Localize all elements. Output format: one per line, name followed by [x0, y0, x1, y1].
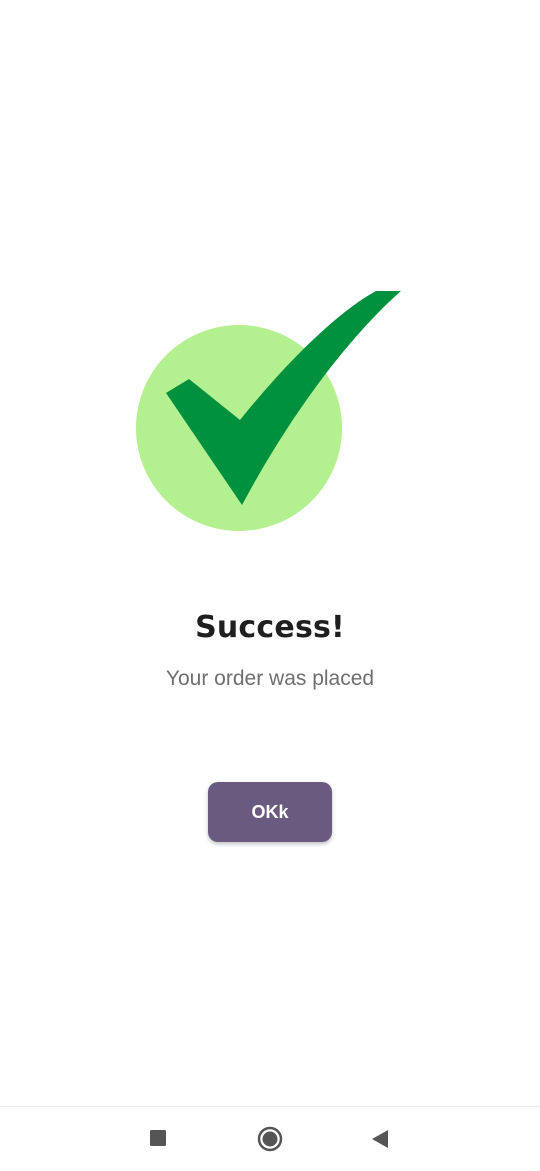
order-placed-message: Your order was placed — [165, 667, 375, 690]
back-button[interactable] — [361, 1119, 401, 1159]
recents-square-icon — [150, 1130, 166, 1146]
back-triangle-icon — [372, 1130, 388, 1148]
success-illustration — [130, 285, 410, 535]
home-circle-icon — [257, 1126, 283, 1152]
ok-button[interactable]: OKk — [208, 782, 332, 842]
home-button[interactable] — [250, 1119, 290, 1159]
recents-button[interactable] — [138, 1119, 178, 1159]
checkmark-icon — [136, 291, 401, 531]
success-title: Success! — [195, 610, 345, 645]
system-navigation-bar — [0, 1106, 540, 1171]
